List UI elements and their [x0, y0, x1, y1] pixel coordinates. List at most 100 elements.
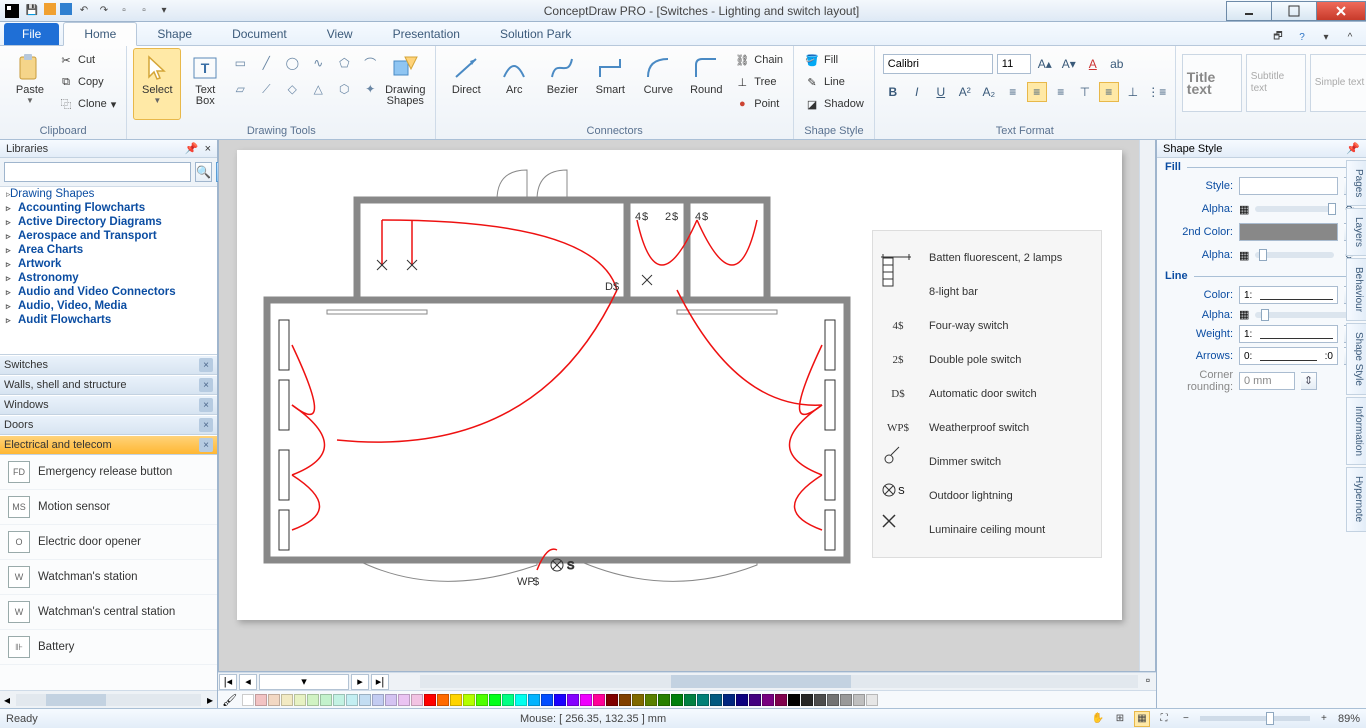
font-select[interactable] [883, 54, 993, 74]
close-icon[interactable]: × [199, 398, 213, 412]
tool-11[interactable]: ⬡ [333, 78, 355, 100]
color-swatch[interactable] [814, 694, 826, 706]
fill-alpha2-slider[interactable] [1255, 252, 1334, 258]
color-swatch[interactable] [450, 694, 462, 706]
color-swatch[interactable] [502, 694, 514, 706]
close-button[interactable] [1316, 1, 1366, 21]
color-swatch[interactable] [255, 694, 267, 706]
bold-button[interactable]: B [883, 82, 903, 102]
color-swatch[interactable] [333, 694, 345, 706]
subscript-button[interactable]: A₂ [979, 82, 999, 102]
canvas-vscroll[interactable] [1139, 140, 1155, 671]
view-mode-icon[interactable]: ▦ [1134, 711, 1150, 727]
fullscreen-icon[interactable]: ⛶ [1156, 711, 1172, 727]
tree-node[interactable]: Astronomy [0, 271, 217, 285]
sidetab-shape-style[interactable]: Shape Style [1346, 323, 1366, 395]
arrows-field[interactable]: 0::0 [1239, 347, 1338, 365]
fit-icon[interactable]: ▫ [1140, 673, 1156, 690]
curve-button[interactable]: Curve [634, 48, 682, 120]
round-button[interactable]: Round [682, 48, 730, 120]
tree-node[interactable]: Audio, Video, Media [0, 299, 217, 313]
sidetab-behaviour[interactable]: Behaviour [1346, 258, 1366, 321]
save-icon[interactable]: 💾 [24, 3, 40, 19]
tree-button[interactable]: ⊥Tree [730, 72, 787, 92]
style-simple[interactable]: Simple text [1310, 54, 1366, 112]
color-swatch[interactable] [489, 694, 501, 706]
tool-arc2[interactable]: ⌒ [359, 52, 381, 74]
tool-line[interactable]: ╱ [255, 52, 277, 74]
shape-item[interactable]: WWatchman's central station [0, 595, 217, 630]
color-swatch[interactable] [762, 694, 774, 706]
shape-item[interactable]: FDEmergency release button [0, 455, 217, 490]
color-swatch[interactable] [606, 694, 618, 706]
close-icon[interactable]: × [199, 358, 213, 372]
font-color-icon[interactable]: A [1083, 54, 1103, 74]
align-top-button[interactable]: ⊤ [1075, 82, 1095, 102]
sheet-next-icon[interactable]: ▸ [351, 674, 369, 690]
tab-home[interactable]: Home [63, 22, 137, 46]
corner-spinner[interactable]: ⇕ [1301, 372, 1317, 390]
superscript-button[interactable]: A² [955, 82, 975, 102]
sheet-first-icon[interactable]: |◂ [219, 674, 237, 690]
pin-icon[interactable]: 📌 [185, 142, 199, 155]
minimize-button[interactable] [1226, 1, 1272, 21]
sheet-last-icon[interactable]: ▸| [371, 674, 389, 690]
tree-node[interactable]: Aerospace and Transport [0, 229, 217, 243]
color-swatch[interactable] [697, 694, 709, 706]
color-swatch[interactable] [437, 694, 449, 706]
close-icon[interactable]: × [199, 378, 213, 392]
color-swatch[interactable] [359, 694, 371, 706]
qat-icon-3[interactable]: ▫ [116, 3, 132, 19]
shape-item[interactable]: ⊪Battery [0, 630, 217, 665]
tree-root[interactable]: Drawing Shapes [0, 187, 217, 201]
color-swatch[interactable] [372, 694, 384, 706]
close-icon[interactable]: × [199, 438, 213, 452]
tool-12[interactable]: ✦ [359, 78, 381, 100]
sheet-current[interactable]: ▾ [259, 674, 349, 690]
color-swatch[interactable] [593, 694, 605, 706]
tab-presentation[interactable]: Presentation [373, 23, 480, 45]
library-category[interactable]: Walls, shell and structure× [0, 375, 217, 395]
color-swatch[interactable] [775, 694, 787, 706]
tree-node[interactable]: Audio and Video Connectors [0, 285, 217, 299]
library-category[interactable]: Switches× [0, 355, 217, 375]
maximize-button[interactable] [1271, 1, 1317, 21]
tree-node[interactable]: Active Directory Diagrams [0, 215, 217, 229]
tool-10[interactable]: △ [307, 78, 329, 100]
color-swatch[interactable] [736, 694, 748, 706]
tree-node[interactable]: Audit Flowcharts [0, 313, 217, 327]
color-swatch[interactable] [788, 694, 800, 706]
snap-icon[interactable]: ⊞ [1112, 711, 1128, 727]
clone-button[interactable]: ⿻Clone ▾ [54, 94, 120, 114]
color-swatch[interactable] [242, 694, 254, 706]
align-middle-button[interactable]: ≡ [1099, 82, 1119, 102]
copy-button[interactable]: ⧉Copy [54, 72, 120, 92]
shape-list[interactable]: FDEmergency release buttonMSMotion senso… [0, 455, 217, 690]
color-swatch[interactable] [294, 694, 306, 706]
tab-dropdown-icon[interactable]: ▾ [1318, 29, 1334, 45]
style-subtitle[interactable]: Subtitle text [1246, 54, 1306, 112]
tab-solution-park[interactable]: Solution Park [480, 23, 591, 45]
underline-button[interactable]: U [931, 82, 951, 102]
align-right-button[interactable]: ≡ [1051, 82, 1071, 102]
tool-7[interactable]: ▱ [229, 78, 251, 100]
hand-tool-icon[interactable]: ✋ [1090, 711, 1106, 727]
color-swatch[interactable] [411, 694, 423, 706]
align-center-button[interactable]: ≡ [1027, 82, 1047, 102]
font-size-select[interactable] [997, 54, 1031, 74]
color-swatch[interactable] [658, 694, 670, 706]
tab-file[interactable]: File [4, 23, 59, 45]
search-button[interactable]: 🔍 [195, 162, 212, 182]
tool-curve[interactable]: ∿ [307, 52, 329, 74]
bezier-button[interactable]: Bezier [538, 48, 586, 120]
library-search-input[interactable] [4, 162, 191, 182]
canvas[interactable]: 4$ 2$ 4$ D$ WP$ S [218, 140, 1156, 672]
library-category[interactable]: Windows× [0, 395, 217, 415]
color-picker-icon[interactable]: 🖌 [222, 693, 237, 707]
shape-item[interactable]: WWatchman's station [0, 560, 217, 595]
drawing-page[interactable]: 4$ 2$ 4$ D$ WP$ S [237, 150, 1122, 620]
qat-icon-1[interactable] [44, 3, 56, 15]
zoom-slider[interactable] [1200, 716, 1310, 721]
color-swatch[interactable] [684, 694, 696, 706]
window-options-icon[interactable]: 🗗 [1270, 29, 1286, 45]
